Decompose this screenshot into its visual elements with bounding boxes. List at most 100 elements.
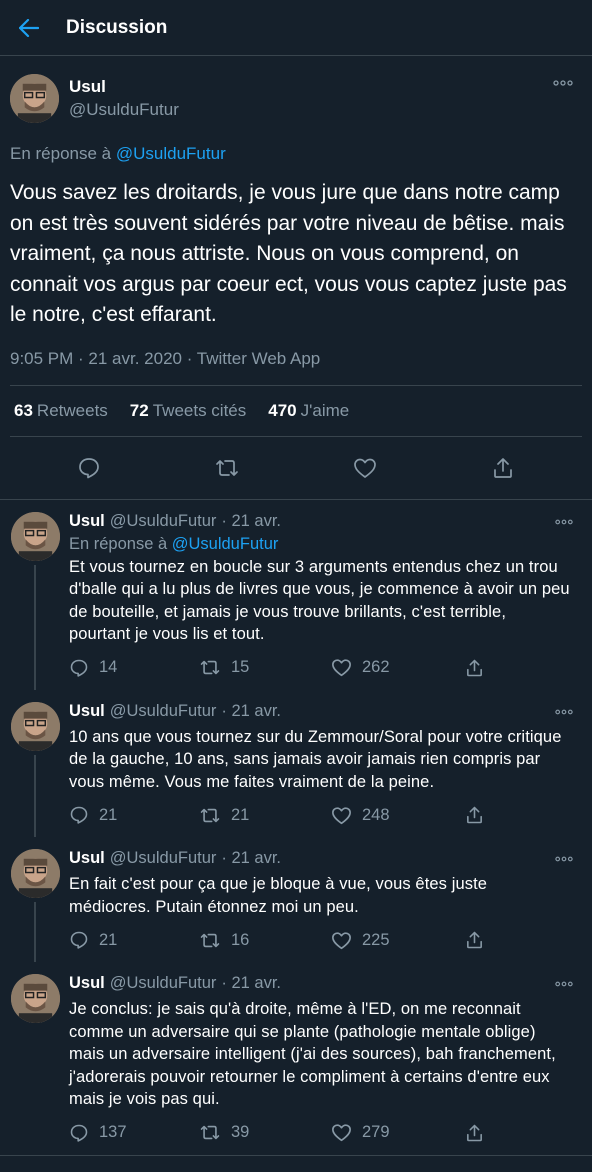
tweet-text: Et vous tournez en boucle sur 3 argument… — [69, 557, 570, 644]
thread-reply[interactable]: Usul @UsulduFutur · 21 avr. Je conclus: … — [0, 962, 592, 1156]
tweet-text: Je conclus: je sais qu'à droite, même à … — [69, 1000, 556, 1108]
tweet-text: Vous savez les droitards, je vous jure q… — [10, 181, 567, 326]
like-count: 262 — [362, 658, 390, 676]
author-name[interactable]: Usul — [69, 974, 105, 993]
author-handle[interactable]: @UsulduFutur — [110, 702, 217, 721]
avatar[interactable] — [10, 73, 59, 123]
author-name[interactable]: Usul — [69, 702, 105, 721]
reply-bubble-icon — [70, 659, 88, 677]
tweet-meta: 9:05 PM · 21 avr. 2020 · Twitter Web App — [10, 349, 582, 386]
retweet-button[interactable]: 39 — [199, 1123, 331, 1142]
likes-stat[interactable]: 470 J'aime — [268, 401, 349, 421]
share-icon[interactable] — [490, 455, 516, 481]
reply-prefix: En réponse à — [10, 144, 112, 163]
reply-context: En réponse à @UsulduFutur — [10, 144, 582, 164]
retweet-icon — [200, 1125, 220, 1140]
retweet-count: 21 — [231, 805, 250, 824]
page-title: Discussion — [66, 16, 168, 38]
reply-count: 14 — [99, 658, 118, 676]
more-dots-icon[interactable] — [554, 855, 574, 863]
reply-count: 21 — [99, 930, 118, 949]
retweet-icon — [200, 660, 220, 675]
mention-link[interactable]: @UsulduFutur — [172, 535, 279, 553]
retweet-button[interactable]: 15 — [199, 658, 331, 677]
avatar[interactable] — [10, 511, 60, 561]
like-button[interactable]: 279 — [331, 1123, 465, 1142]
tweet-date[interactable]: · 21 avr. — [221, 512, 281, 531]
heart-icon — [332, 1124, 351, 1142]
more-dots-icon[interactable] — [554, 980, 574, 988]
author-name[interactable]: Usul — [69, 849, 105, 868]
tweet-actions: 21 16 225 — [69, 918, 572, 962]
share-button[interactable] — [465, 805, 484, 825]
reply-bubble-icon[interactable] — [76, 455, 102, 481]
tweet-actions: 137 39 279 — [69, 1111, 572, 1155]
share-button[interactable] — [465, 658, 484, 678]
retweet-count: 39 — [231, 1123, 250, 1141]
author-handle[interactable]: @UsulduFutur — [110, 974, 217, 993]
share-icon — [467, 659, 482, 676]
author-name[interactable]: Usul — [69, 77, 179, 97]
author-handle[interactable]: @UsulduFutur — [110, 849, 217, 868]
tweet-stats: 63 Retweets 72 Tweets cités 470 J'aime — [10, 386, 582, 437]
tweet-date[interactable]: · 21 avr. — [221, 702, 281, 721]
main-tweet-actions — [10, 437, 582, 499]
main-tweet: Usul @UsulduFutur En réponse à @UsulduFu… — [0, 56, 592, 500]
reply-count: 21 — [99, 805, 118, 824]
tweet-date[interactable]: · 21 avr. — [221, 974, 281, 993]
share-icon — [467, 931, 482, 949]
tweet-actions: 21 21 248 — [69, 793, 572, 837]
reply-prefix: En réponse à — [69, 534, 168, 553]
avatar[interactable] — [10, 974, 60, 1023]
tweet-actions: 14 15 262 — [69, 646, 572, 690]
reply-button[interactable]: 21 — [69, 805, 199, 825]
share-button[interactable] — [465, 1123, 484, 1143]
share-icon — [467, 806, 482, 824]
heart-icon — [332, 931, 351, 949]
arrow-left-icon[interactable] — [18, 17, 40, 39]
heart-icon[interactable] — [352, 455, 378, 481]
share-icon — [467, 1124, 482, 1141]
main-tweet-author: Usul @UsulduFutur — [10, 72, 582, 124]
thread-connector — [34, 564, 36, 690]
retweet-button[interactable]: 16 — [199, 931, 331, 950]
author-name[interactable]: Usul — [69, 512, 105, 531]
author-handle[interactable]: @UsulduFutur — [69, 100, 179, 120]
avatar[interactable] — [10, 701, 60, 751]
like-button[interactable]: 225 — [331, 931, 465, 950]
retweets-stat[interactable]: 63 Retweets — [14, 401, 108, 421]
like-button[interactable]: 248 — [331, 806, 465, 825]
reply-context: En réponse à @UsulduFutur — [69, 535, 572, 554]
reply-bubble-icon — [70, 931, 88, 949]
mention-link[interactable]: @UsulduFutur — [116, 144, 226, 163]
thread-reply[interactable]: Usul @UsulduFutur · 21 avr. 10 ans que v… — [0, 690, 592, 837]
reply-button[interactable]: 137 — [69, 1123, 199, 1143]
retweet-count: 15 — [231, 658, 250, 676]
like-count: 225 — [362, 930, 390, 949]
reply-bubble-icon — [70, 1124, 88, 1142]
reply-button[interactable]: 21 — [69, 930, 199, 950]
thread-reply[interactable]: Usul @UsulduFutur · 21 avr. En réponse à… — [0, 500, 592, 690]
tweet-date[interactable]: · 21 avr. — [221, 849, 281, 868]
more-dots-icon[interactable] — [554, 518, 574, 526]
reply-button[interactable]: 14 — [69, 658, 199, 678]
thread-connector — [34, 902, 36, 962]
author-handle[interactable]: @UsulduFutur — [110, 512, 217, 531]
retweet-button[interactable]: 21 — [199, 806, 331, 825]
tweet-text: En fait c'est pour ça que je bloque à vu… — [69, 875, 488, 916]
like-button[interactable]: 262 — [331, 658, 465, 677]
more-dots-icon[interactable] — [552, 78, 574, 88]
retweet-icon[interactable] — [214, 455, 240, 481]
heart-icon — [332, 806, 351, 824]
heart-icon — [332, 659, 351, 677]
share-button[interactable] — [465, 930, 484, 950]
thread-reply[interactable]: Usul @UsulduFutur · 21 avr. En fait c'es… — [0, 837, 592, 962]
quotes-stat[interactable]: 72 Tweets cités — [130, 401, 246, 421]
reply-bubble-icon — [70, 806, 88, 824]
reply-count: 137 — [99, 1123, 127, 1141]
thread-connector — [34, 754, 36, 837]
retweet-icon — [200, 808, 220, 822]
avatar[interactable] — [10, 849, 60, 898]
more-dots-icon[interactable] — [554, 708, 574, 716]
like-count: 248 — [362, 805, 390, 824]
